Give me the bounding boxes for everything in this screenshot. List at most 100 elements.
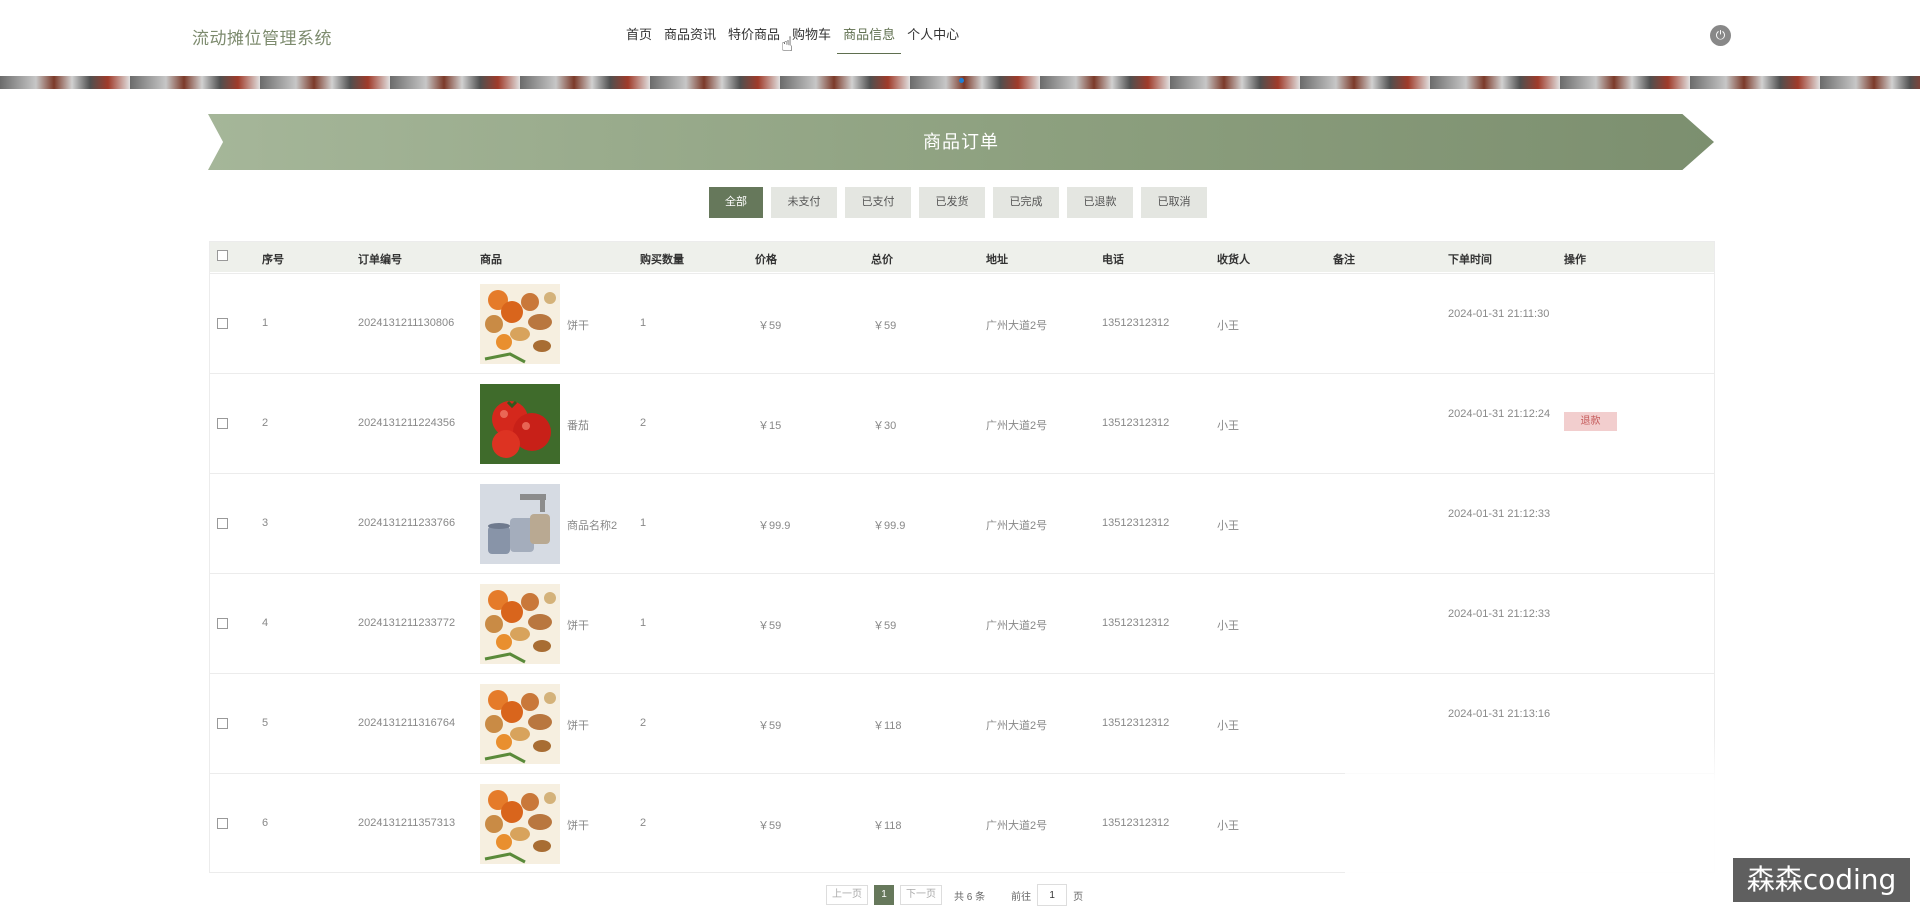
row-checkbox[interactable] — [217, 318, 228, 332]
table-row: 2 2024131211224356 番茄 2 ￥15 ￥30 广州大道2号 13512312… — [210, 373, 1714, 473]
nav-home[interactable]: 首页 — [620, 26, 658, 56]
nav-specials[interactable]: 特价商品 — [722, 26, 786, 56]
hand-cursor-icon: ☝ — [781, 34, 794, 56]
table-row: 3 2024131211233766 商品名称2 1 ￥99.9 ￥99.9 广州大道2号 1… — [210, 473, 1714, 573]
row-checkbox[interactable] — [217, 618, 228, 632]
row-total: ￥59 — [873, 620, 897, 632]
row-total: ￥118 — [873, 820, 902, 832]
row-price: ￥59 — [758, 720, 782, 732]
nav-news[interactable]: 商品资讯 — [658, 26, 722, 56]
col-total: 总价 — [871, 254, 893, 266]
top-header: 流动摊位管理系统 首页 商品资讯 特价商品 购物车 商品信息 个人中心 ☝ ⏻ — [0, 0, 1920, 70]
refund-button[interactable]: 退款 — [1564, 412, 1617, 431]
row-price: ￥99.9 — [758, 520, 791, 532]
select-all-checkbox[interactable] — [217, 250, 228, 264]
product-thumbnail — [480, 584, 560, 667]
row-checkbox[interactable] — [217, 818, 228, 832]
row-index: 3 — [262, 517, 269, 529]
row-order-time: 2024-01-31 21:12:33 — [1448, 608, 1551, 620]
row-address: 广州大道2号 — [986, 520, 1048, 532]
tab-paid[interactable]: 已支付 — [845, 187, 911, 218]
row-checkbox[interactable] — [217, 518, 228, 532]
table-row: 1 2024131211130806 饼干 1 ￥59 ￥59 广州大道2号 13512312… — [210, 273, 1714, 373]
col-receiver: 收货人 — [1217, 254, 1250, 266]
row-address: 广州大道2号 — [986, 720, 1048, 732]
tab-shipped[interactable]: 已发货 — [919, 187, 985, 218]
row-order-no: 2024131211233766 — [358, 517, 456, 529]
row-order-time: 2024-01-31 21:11:30 — [1448, 308, 1550, 320]
row-receiver: 小王 — [1217, 520, 1239, 532]
row-total: ￥30 — [873, 420, 897, 432]
order-status-tabs: 全部 未支付 已支付 已发货 已完成 已退款 已取消 — [709, 187, 1207, 218]
row-phone: 13512312312 — [1102, 717, 1170, 729]
table-row: 4 2024131211233772 饼干 1 ￥59 ￥59 广州大道2号 13512312… — [210, 573, 1714, 673]
row-qty: 2 — [640, 417, 647, 429]
row-product-name: 饼干 — [567, 320, 589, 332]
row-qty: 2 — [640, 717, 647, 729]
goto-page-input[interactable] — [1037, 884, 1068, 906]
row-order-no: 2024131211357313 — [358, 817, 456, 829]
row-phone: 13512312312 — [1102, 517, 1170, 529]
tab-unpaid[interactable]: 未支付 — [771, 187, 837, 218]
product-thumbnail — [480, 484, 560, 567]
row-receiver: 小王 — [1217, 320, 1239, 332]
prev-page-button[interactable]: 上一页 — [826, 885, 868, 905]
product-thumbnail — [480, 284, 560, 367]
row-checkbox[interactable] — [217, 718, 228, 732]
row-phone: 13512312312 — [1102, 417, 1170, 429]
col-address: 地址 — [986, 254, 1008, 266]
page-title-ribbon: 商品订单 — [208, 114, 1714, 170]
page-title: 商品订单 — [923, 132, 999, 152]
col-product: 商品 — [480, 254, 502, 266]
tab-cancelled[interactable]: 已取消 — [1141, 187, 1207, 218]
col-index: 序号 — [262, 254, 284, 266]
row-qty: 1 — [640, 517, 647, 529]
nav-product-info[interactable]: 商品信息 — [837, 26, 902, 56]
tab-completed[interactable]: 已完成 — [993, 187, 1059, 218]
row-receiver: 小王 — [1217, 620, 1239, 632]
power-icon[interactable]: ⏻ — [1710, 25, 1731, 46]
row-address: 广州大道2号 — [986, 820, 1048, 832]
row-product-name: 饼干 — [567, 620, 589, 632]
nav-profile[interactable]: 个人中心 — [901, 26, 965, 56]
row-order-time: 2024-01-31 21:12:33 — [1448, 508, 1551, 520]
row-receiver: 小王 — [1217, 420, 1239, 432]
banner-indicator-dot[interactable] — [959, 78, 964, 83]
row-phone: 13512312312 — [1102, 817, 1170, 829]
row-phone: 13512312312 — [1102, 317, 1170, 329]
col-note: 备注 — [1333, 254, 1355, 266]
row-address: 广州大道2号 — [986, 420, 1048, 432]
row-order-time: 2024-01-31 21:13:16 — [1448, 708, 1551, 720]
row-order-no: 2024131211316764 — [358, 717, 456, 729]
row-qty: 2 — [640, 817, 647, 829]
row-total: ￥118 — [873, 720, 902, 732]
col-order-time: 下单时间 — [1448, 254, 1492, 266]
row-index: 4 — [262, 617, 269, 629]
site-brand[interactable]: 流动摊位管理系统 — [192, 24, 332, 49]
row-index: 2 — [262, 417, 269, 429]
nav-cart[interactable]: 购物车 — [786, 26, 837, 56]
col-price: 价格 — [755, 254, 777, 266]
row-order-no: 2024131211224356 — [358, 417, 456, 429]
row-index: 1 — [262, 317, 269, 329]
row-product-name: 饼干 — [567, 720, 589, 732]
col-phone: 电话 — [1102, 254, 1124, 266]
tab-refunded[interactable]: 已退款 — [1067, 187, 1133, 218]
row-address: 广州大道2号 — [986, 620, 1048, 632]
row-address: 广州大道2号 — [986, 320, 1048, 332]
page-number-current[interactable]: 1 — [874, 885, 894, 905]
total-count: 共 6 条 — [954, 891, 986, 903]
row-order-time: 2024-01-31 21:12:24 — [1448, 408, 1551, 420]
tab-all[interactable]: 全部 — [709, 187, 763, 218]
row-price: ￥59 — [758, 820, 782, 832]
next-page-button[interactable]: 下一页 — [900, 885, 942, 905]
product-thumbnail — [480, 384, 560, 467]
row-qty: 1 — [640, 317, 647, 329]
row-total: ￥99.9 — [873, 520, 906, 532]
row-total: ￥59 — [873, 320, 897, 332]
table-header: 序号 订单编号 商品 购买数量 价格 总价 地址 电话 收货人 备注 下单时间 … — [210, 242, 1714, 272]
row-checkbox[interactable] — [217, 418, 228, 432]
product-thumbnail — [480, 784, 560, 867]
pagination: 上一页 1 下一页 共 6 条 前往 页 — [826, 884, 1083, 906]
row-product-name: 番茄 — [567, 420, 589, 432]
